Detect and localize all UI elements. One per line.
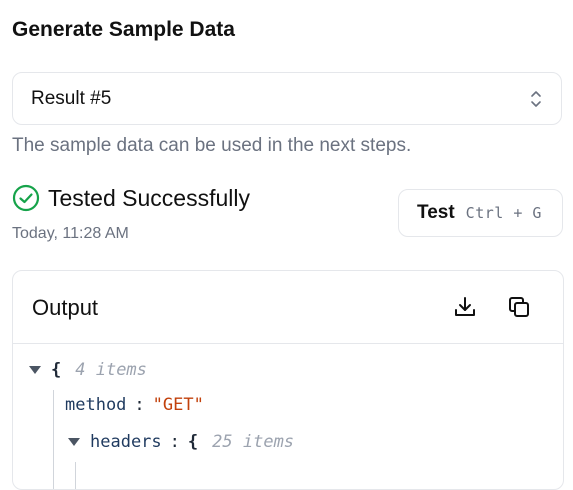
chevrons-up-down-icon xyxy=(531,91,541,107)
helper-text: The sample data can be used in the next … xyxy=(12,135,412,156)
status-timestamp: Today, 11:28 AM xyxy=(12,225,129,242)
download-icon[interactable] xyxy=(453,295,477,319)
json-root-node[interactable]: { 4 items xyxy=(29,360,147,380)
status-text: Tested Successfully xyxy=(48,184,250,211)
json-brace: { xyxy=(187,432,199,452)
test-button-label: Test xyxy=(417,202,455,223)
output-header: Output xyxy=(13,271,563,344)
json-colon: : xyxy=(169,432,180,452)
json-key: method xyxy=(65,395,127,415)
json-brace: { xyxy=(51,360,62,380)
test-button[interactable]: Test Ctrl + G xyxy=(398,189,563,237)
json-item-count: 25 items xyxy=(212,432,295,452)
json-node-method: method : "GET" xyxy=(65,395,204,415)
check-circle-icon xyxy=(12,184,40,212)
tree-guide-line xyxy=(75,462,76,489)
test-status: Tested Successfully xyxy=(12,184,250,212)
caret-down-icon[interactable] xyxy=(68,438,80,446)
result-select-value: Result #5 xyxy=(31,87,112,109)
tree-guide-line xyxy=(53,390,54,489)
section-title: Generate Sample Data xyxy=(12,18,235,41)
keyboard-shortcut: Ctrl + G xyxy=(465,204,542,222)
caret-down-icon[interactable] xyxy=(29,366,41,374)
result-select[interactable]: Result #5 xyxy=(12,72,562,125)
json-key: headers xyxy=(90,432,162,452)
json-colon: : xyxy=(134,395,145,415)
json-node-headers[interactable]: headers : { 25 items xyxy=(68,432,294,452)
json-string-value: "GET" xyxy=(152,395,204,415)
output-title: Output xyxy=(32,295,99,320)
copy-icon[interactable] xyxy=(507,295,531,319)
output-panel: Output { 4 items method : "GET" headers … xyxy=(12,270,564,490)
json-item-count: 4 items xyxy=(75,360,147,380)
